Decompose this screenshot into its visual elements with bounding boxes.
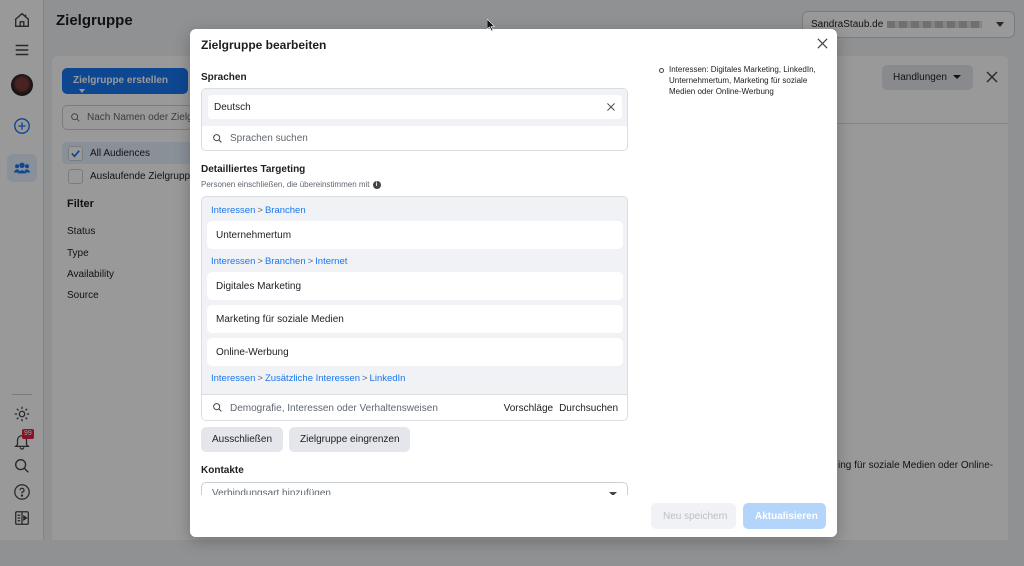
targeting-item[interactable]: Marketing für soziale Medien <box>207 305 623 333</box>
detailed-targeting-search-placeholder: Demografie, Interessen oder Verhaltenswe… <box>230 403 438 414</box>
targeting-item[interactable]: Digitales Marketing <box>207 272 623 300</box>
mouse-cursor-icon <box>487 19 495 31</box>
detailed-targeting-list: Interessen > Branchen Unternehmertum Inter… <box>201 196 628 421</box>
targeting-item-label: Marketing für soziale Medien <box>216 314 344 325</box>
exclude-button[interactable]: Ausschließen <box>201 427 283 452</box>
dialog-title: Zielgruppe bearbeiten <box>201 38 327 52</box>
contacts-label: Kontakte <box>201 465 244 476</box>
path-segment[interactable]: Internet <box>315 256 347 267</box>
close-icon[interactable] <box>816 37 829 50</box>
path-segment[interactable]: Interessen <box>211 256 255 267</box>
targeting-path: Interessen > Zusätzliche Interessen > Linked… <box>211 373 406 384</box>
suggestions-link[interactable]: Vorschläge <box>504 403 553 414</box>
audience-summary: Interessen: Digitales Marketing, LinkedI… <box>658 64 828 97</box>
update-button[interactable]: Aktualisieren <box>743 503 826 529</box>
languages-label: Sprachen <box>201 72 247 83</box>
targeting-item-label: Digitales Marketing <box>216 281 302 292</box>
browse-link[interactable]: Durchsuchen <box>559 403 618 414</box>
targeting-path: Interessen > Branchen <box>211 205 306 216</box>
info-icon[interactable]: i <box>372 180 381 189</box>
detailed-targeting-search-input[interactable]: Demografie, Interessen oder Verhaltenswe… <box>202 394 627 420</box>
remove-icon[interactable] <box>606 102 616 112</box>
selected-languages: Deutsch <box>202 89 627 126</box>
narrow-audience-button[interactable]: Zielgruppe eingrenzen <box>289 427 410 452</box>
targeting-item[interactable]: Unternehmertum <box>207 221 623 249</box>
detailed-targeting-sublabel: Personen einschließen, die übereinstimme… <box>201 180 381 189</box>
language-value: Deutsch <box>214 102 251 113</box>
path-segment[interactable]: Zusätzliche Interessen <box>265 373 360 384</box>
languages-field: Deutsch Sprachen suchen <box>201 88 628 151</box>
path-segment[interactable]: Branchen <box>265 256 306 267</box>
search-icon <box>213 403 222 412</box>
targeting-item-label: Online-Werbung <box>216 347 289 358</box>
targeting-item[interactable]: Online-Werbung <box>207 338 623 366</box>
dialog-footer: Neu speichern Aktualisieren <box>190 495 837 537</box>
languages-search-placeholder: Sprachen suchen <box>230 133 308 144</box>
path-segment[interactable]: LinkedIn <box>370 373 406 384</box>
path-segment[interactable]: Interessen <box>211 205 255 216</box>
detailed-targeting-label: Detailliertes Targeting <box>201 164 306 175</box>
search-icon <box>213 134 222 143</box>
targeting-path: Interessen > Branchen > Internet <box>211 256 348 267</box>
language-chip: Deutsch <box>208 95 622 119</box>
sublabel-text: Personen einschließen, die übereinstimme… <box>201 180 370 189</box>
path-segment[interactable]: Interessen <box>211 373 255 384</box>
search-actions: Vorschläge Durchsuchen <box>504 403 618 414</box>
path-segment[interactable]: Branchen <box>265 205 306 216</box>
targeting-item-label: Unternehmertum <box>216 230 292 241</box>
edit-audience-dialog: Zielgruppe bearbeiten Interessen: Digita… <box>190 29 837 537</box>
save-as-new-button[interactable]: Neu speichern <box>651 503 736 529</box>
languages-search-input[interactable]: Sprachen suchen <box>202 126 627 150</box>
